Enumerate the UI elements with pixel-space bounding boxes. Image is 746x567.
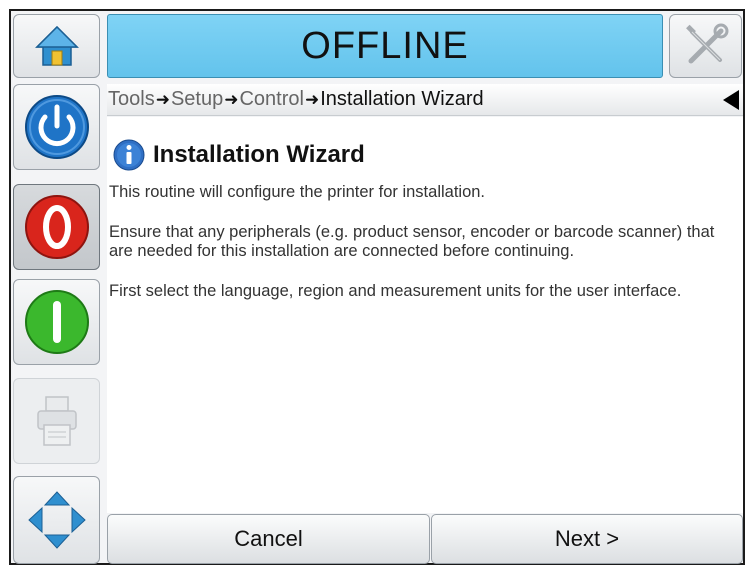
tools-button[interactable]: [669, 14, 742, 78]
print-button[interactable]: [13, 378, 100, 464]
breadcrumb-item-setup[interactable]: Setup: [171, 88, 223, 111]
breadcrumb-item-tools[interactable]: Tools: [108, 88, 155, 111]
navigate-icon: [27, 491, 86, 549]
stop-button[interactable]: [13, 184, 100, 270]
status-bar: OFFLINE: [107, 14, 663, 78]
next-button-label: Next >: [554, 526, 620, 551]
intro-paragraph: This routine will configure the printer …: [109, 183, 486, 201]
page-title: Installation Wizard: [153, 141, 365, 168]
start-button[interactable]: [13, 279, 100, 365]
start-icon: [24, 290, 89, 354]
breadcrumb-separator: ➜: [224, 89, 239, 109]
printer-icon: [36, 396, 77, 446]
language-paragraph: First select the language, region and me…: [109, 282, 682, 300]
home-icon: [34, 25, 79, 66]
next-button[interactable]: Next >: [431, 514, 743, 564]
power-icon: [24, 95, 89, 159]
stop-icon: [24, 195, 89, 259]
peripherals-paragraph: Ensure that any peripherals (e.g. produc…: [109, 223, 715, 260]
printer-status: OFFLINE: [301, 24, 469, 67]
cancel-button-label: Cancel: [234, 526, 303, 551]
tools-icon: [685, 23, 728, 64]
power-button[interactable]: [13, 84, 100, 170]
breadcrumb-item-control[interactable]: Control: [239, 88, 303, 111]
breadcrumb-current: Installation Wizard: [320, 88, 484, 110]
content-panel: Installation Wizard This routine will co…: [107, 117, 743, 513]
back-arrow-icon[interactable]: [723, 90, 739, 110]
home-button[interactable]: [13, 14, 100, 78]
cancel-button[interactable]: Cancel: [107, 514, 430, 564]
page-heading: Installation Wizard: [113, 139, 741, 171]
breadcrumb-separator: ➜: [304, 89, 320, 109]
navigate-button[interactable]: [13, 476, 100, 564]
breadcrumb-separator: ➜: [155, 89, 170, 109]
info-icon: [113, 139, 145, 171]
breadcrumb: Tools ➜ Setup ➜ Control ➜ Installation W…: [107, 84, 743, 116]
